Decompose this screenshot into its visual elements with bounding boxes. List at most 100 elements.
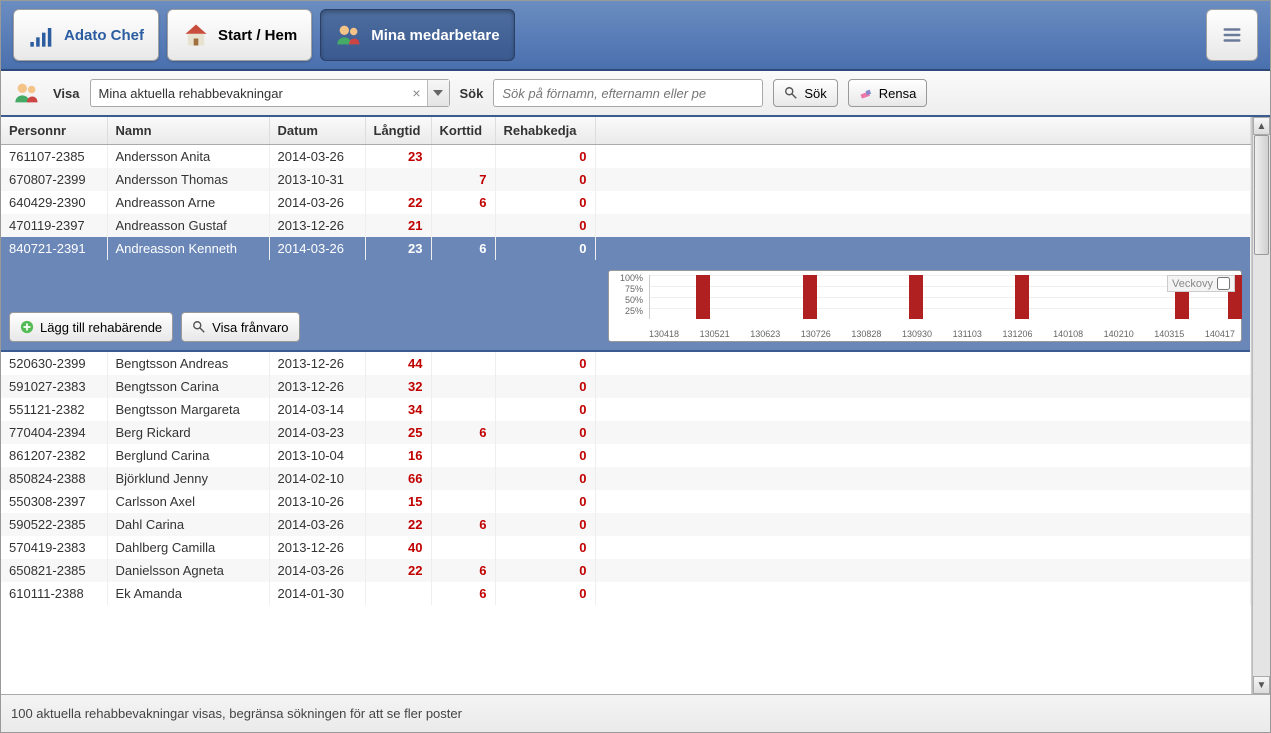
scroll-up-icon[interactable]: ▲ bbox=[1253, 117, 1270, 135]
table-row[interactable]: 570419-2383Dahlberg Camilla2013-12-26400 bbox=[1, 536, 1251, 559]
cell-spacer bbox=[595, 559, 1251, 582]
table-row[interactable]: 590522-2385Dahl Carina2014-03-262260 bbox=[1, 513, 1251, 536]
cell-lang: 16 bbox=[365, 444, 431, 467]
cell-date: 2014-03-26 bbox=[269, 513, 365, 536]
plus-icon bbox=[20, 320, 34, 334]
search-icon bbox=[192, 320, 206, 334]
cell-rehab: 0 bbox=[495, 444, 595, 467]
table-row[interactable]: 840721-2391Andreasson Kenneth2014-03-262… bbox=[1, 237, 1251, 260]
visa-combobox[interactable]: Mina aktuella rehabbevakningar × bbox=[90, 79, 450, 107]
view-absence-label: Visa frånvaro bbox=[212, 320, 288, 335]
table-row[interactable]: 470119-2397Andreasson Gustaf2013-12-2621… bbox=[1, 214, 1251, 237]
cell-rehab: 0 bbox=[495, 237, 595, 260]
table-row[interactable]: 550308-2397Carlsson Axel2013-10-26150 bbox=[1, 490, 1251, 513]
table-row[interactable]: 640429-2390Andreasson Arne2014-03-262260 bbox=[1, 191, 1251, 214]
home-icon bbox=[182, 21, 210, 49]
veckovy-toggle[interactable]: Veckovy bbox=[1167, 275, 1235, 292]
cell-name: Danielsson Agneta bbox=[107, 559, 269, 582]
cell-name: Carlsson Axel bbox=[107, 490, 269, 513]
employees-tab[interactable]: Mina medarbetare bbox=[320, 9, 514, 61]
brand-button[interactable]: Adato Chef bbox=[13, 9, 159, 61]
cell-rehab: 0 bbox=[495, 421, 595, 444]
absence-chart: 100%75%50%25%130418130521130623130726130… bbox=[608, 270, 1242, 342]
cell-lang: 32 bbox=[365, 375, 431, 398]
table-row[interactable]: 610111-2388Ek Amanda2014-01-3060 bbox=[1, 582, 1251, 605]
col-personnr[interactable]: Personnr bbox=[1, 117, 107, 145]
col-langtid[interactable]: Långtid bbox=[365, 117, 431, 145]
cell-date: 2014-03-26 bbox=[269, 191, 365, 214]
col-spacer bbox=[595, 117, 1251, 145]
table-row[interactable]: 861207-2382Berglund Carina2013-10-04160 bbox=[1, 444, 1251, 467]
cell-pnr: 550308-2397 bbox=[1, 490, 107, 513]
hamburger-icon bbox=[1221, 24, 1243, 46]
eraser-icon bbox=[859, 86, 873, 100]
cell-pnr: 670807-2399 bbox=[1, 168, 107, 191]
cell-pnr: 520630-2399 bbox=[1, 352, 107, 375]
clear-button[interactable]: Rensa bbox=[848, 79, 928, 107]
search-button-label: Sök bbox=[804, 86, 826, 101]
cell-name: Bengtsson Carina bbox=[107, 375, 269, 398]
sok-label: Sök bbox=[460, 86, 484, 101]
cell-rehab: 0 bbox=[495, 559, 595, 582]
combo-clear-icon[interactable]: × bbox=[407, 85, 427, 101]
expanded-panel-row: Lägg till rehabärende Visa frånvaro 100%75… bbox=[1, 260, 1251, 352]
cell-spacer bbox=[595, 145, 1251, 169]
brand-label: Adato Chef bbox=[64, 27, 144, 44]
cell-lang: 23 bbox=[365, 237, 431, 260]
table-row[interactable]: 670807-2399Andersson Thomas2013-10-3170 bbox=[1, 168, 1251, 191]
col-datum[interactable]: Datum bbox=[269, 117, 365, 145]
table-container: Personnr Namn Datum Långtid Korttid Reha… bbox=[1, 117, 1270, 694]
search-button[interactable]: Sök bbox=[773, 79, 837, 107]
clear-button-label: Rensa bbox=[879, 86, 917, 101]
table-row[interactable]: 761107-2385Andersson Anita2014-03-26230 bbox=[1, 145, 1251, 169]
cell-pnr: 610111-2388 bbox=[1, 582, 107, 605]
chart-y-axis: 100%75%50%25% bbox=[611, 273, 643, 317]
cell-lang: 22 bbox=[365, 559, 431, 582]
col-namn[interactable]: Namn bbox=[107, 117, 269, 145]
menu-button[interactable] bbox=[1206, 9, 1258, 61]
expanded-panel: Lägg till rehabärende Visa frånvaro 100%75… bbox=[1, 260, 1250, 352]
home-button[interactable]: Start / Hem bbox=[167, 9, 312, 61]
people-icon bbox=[335, 21, 363, 49]
col-rehabkedja[interactable]: Rehabkedja bbox=[495, 117, 595, 145]
cell-pnr: 650821-2385 bbox=[1, 559, 107, 582]
combo-dropdown-icon[interactable] bbox=[427, 80, 449, 106]
cell-name: Andreasson Arne bbox=[107, 191, 269, 214]
chart-bar bbox=[803, 275, 817, 319]
table-row[interactable]: 551121-2382Bengtsson Margareta2014-03-14… bbox=[1, 398, 1251, 421]
cell-pnr: 551121-2382 bbox=[1, 398, 107, 421]
table-row[interactable]: 591027-2383Bengtsson Carina2013-12-26320 bbox=[1, 375, 1251, 398]
cell-lang: 22 bbox=[365, 513, 431, 536]
col-korttid[interactable]: Korttid bbox=[431, 117, 495, 145]
add-rehab-button[interactable]: Lägg till rehabärende bbox=[9, 312, 173, 342]
cell-name: Berglund Carina bbox=[107, 444, 269, 467]
cell-date: 2013-12-26 bbox=[269, 352, 365, 375]
cell-kort bbox=[431, 214, 495, 237]
cell-date: 2014-03-26 bbox=[269, 559, 365, 582]
table-row[interactable]: 770404-2394Berg Rickard2014-03-232560 bbox=[1, 421, 1251, 444]
cell-kort: 7 bbox=[431, 168, 495, 191]
cell-date: 2013-10-04 bbox=[269, 444, 365, 467]
vertical-scrollbar[interactable]: ▲ ▼ bbox=[1252, 117, 1270, 694]
table-row[interactable]: 850824-2388Björklund Jenny2014-02-10660 bbox=[1, 467, 1251, 490]
cell-spacer bbox=[595, 191, 1251, 214]
scroll-thumb[interactable] bbox=[1254, 135, 1269, 255]
cell-spacer bbox=[595, 536, 1251, 559]
cell-spacer bbox=[595, 352, 1251, 375]
cell-rehab: 0 bbox=[495, 490, 595, 513]
scroll-down-icon[interactable]: ▼ bbox=[1253, 676, 1270, 694]
table-row[interactable]: 650821-2385Danielsson Agneta2014-03-2622… bbox=[1, 559, 1251, 582]
cell-kort: 6 bbox=[431, 191, 495, 214]
cell-rehab: 0 bbox=[495, 582, 595, 605]
chart-plot bbox=[649, 275, 1235, 319]
view-absence-button[interactable]: Visa frånvaro bbox=[181, 312, 299, 342]
cell-lang: 22 bbox=[365, 191, 431, 214]
veckovy-checkbox[interactable] bbox=[1217, 277, 1230, 290]
cell-spacer bbox=[595, 168, 1251, 191]
cell-rehab: 0 bbox=[495, 398, 595, 421]
table-row[interactable]: 520630-2399Bengtsson Andreas2013-12-2644… bbox=[1, 352, 1251, 375]
cell-spacer bbox=[595, 490, 1251, 513]
cell-kort: 6 bbox=[431, 421, 495, 444]
search-input[interactable] bbox=[493, 79, 763, 107]
cell-lang: 23 bbox=[365, 145, 431, 169]
